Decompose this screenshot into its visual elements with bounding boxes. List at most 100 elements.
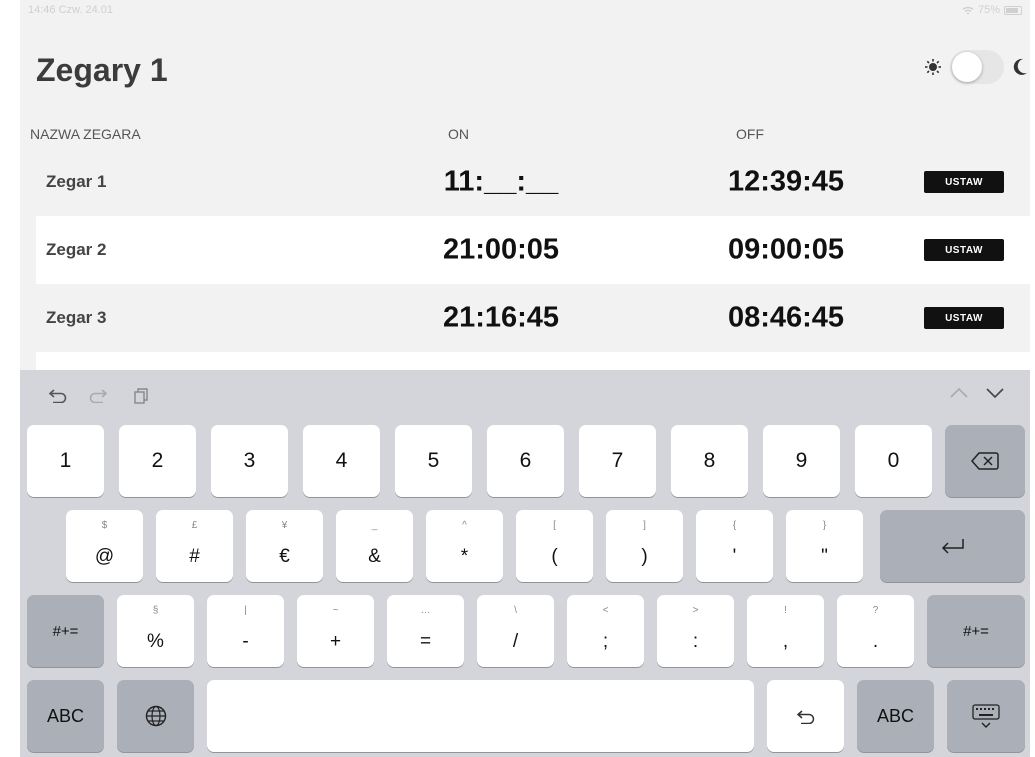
clock-name: Zegar 2 (46, 240, 107, 259)
set-button[interactable]: USTAW (924, 171, 1004, 193)
key-percent[interactable]: §% (117, 595, 194, 667)
undo-icon[interactable] (48, 387, 68, 403)
clock-on-time[interactable]: 21:16:45 (381, 302, 621, 335)
key-0[interactable]: 0 (855, 425, 932, 497)
abc-key[interactable]: ABC (27, 680, 104, 752)
key-4[interactable]: 4 (303, 425, 380, 497)
clock-row-3: Zegar 3 21:16:45 08:46:45 USTAW (36, 284, 1030, 352)
key-label: ) (641, 546, 648, 567)
backspace-key[interactable] (945, 425, 1025, 497)
key-comma[interactable]: !, (747, 595, 824, 667)
dark-mode-switch[interactable] (950, 50, 1004, 84)
clock-name: Zegar 1 (46, 172, 107, 191)
set-button[interactable]: USTAW (924, 239, 1004, 261)
key-label: % (147, 631, 164, 652)
space-bar[interactable] (207, 680, 754, 752)
redo-icon[interactable] (88, 387, 108, 403)
key-sub-label: § (152, 605, 159, 616)
key-label: + (329, 631, 342, 652)
clock-off-time[interactable]: 08:46:45 (666, 302, 906, 335)
key-sub-label: | (244, 605, 247, 616)
key-label: ' (732, 546, 737, 567)
key-label: * (460, 546, 469, 567)
key-open-paren[interactable]: [( (516, 510, 593, 582)
chevron-up-icon[interactable] (950, 387, 968, 399)
key-label: , (782, 631, 789, 652)
more-symbols-key[interactable]: #+= (27, 595, 104, 667)
key-sub-label: £ (191, 520, 198, 531)
key-label: = (419, 631, 432, 652)
key-2[interactable]: 2 (119, 425, 196, 497)
key-1[interactable]: 1 (27, 425, 104, 497)
key-7[interactable]: 7 (579, 425, 656, 497)
clock-row-4-partial (36, 352, 1030, 370)
key-9[interactable]: 9 (763, 425, 840, 497)
clock-on-time[interactable]: 21:00:05 (381, 234, 621, 267)
key-sub-label: ? (872, 605, 879, 616)
key-colon[interactable]: >: (657, 595, 734, 667)
paste-icon[interactable] (132, 387, 150, 405)
globe-icon (145, 705, 166, 727)
key-label: 0 (887, 449, 900, 472)
chevron-down-icon[interactable] (986, 387, 1004, 399)
battery-percent: 75% (977, 4, 1000, 16)
clock-on-time-input[interactable]: 11:__:__ (381, 166, 621, 199)
key-equals[interactable]: … = (387, 595, 464, 667)
status-indicators: 75% (962, 4, 1022, 16)
return-icon (941, 539, 964, 554)
key-semicolon[interactable]: <; (567, 595, 644, 667)
header-on: ON (448, 126, 469, 142)
globe-key[interactable] (117, 680, 194, 752)
key-label: # (189, 546, 200, 567)
undo-key[interactable] (767, 680, 844, 752)
abc-key-right[interactable]: ABC (857, 680, 934, 752)
key-apostrophe[interactable]: {' (696, 510, 773, 582)
key-label: 2 (151, 449, 164, 472)
key-sub-label: $ (101, 520, 108, 531)
keyboard-dismiss-icon (972, 704, 1000, 728)
clock-off-time[interactable]: 12:39:45 (666, 166, 906, 199)
key-close-paren[interactable]: ]) (606, 510, 683, 582)
key-label: & (368, 546, 381, 567)
on-screen-keyboard: 1 2 3 4 5 6 7 8 9 0 $ @ £ # ¥ € _ & ^ * [( ])… (20, 370, 1030, 757)
dismiss-keyboard-key[interactable] (947, 680, 1025, 752)
key-plus[interactable]: ~ + (297, 595, 374, 667)
key-ampersand[interactable]: _ & (336, 510, 413, 582)
key-slash[interactable]: \ / (477, 595, 554, 667)
key-5[interactable]: 5 (395, 425, 472, 497)
key-3[interactable]: 3 (211, 425, 288, 497)
key-minus[interactable]: | - (207, 595, 284, 667)
key-asterisk[interactable]: ^ * (426, 510, 503, 582)
key-label: 9 (795, 449, 808, 472)
app-screen: 14:46 Czw. 24.01 75% Zegary 1 NAZWA ZEGA… (20, 0, 1030, 757)
key-sub-label: ! (784, 605, 787, 616)
key-euro[interactable]: ¥ € (246, 510, 323, 582)
moon-icon (1012, 58, 1028, 76)
header-off: OFF (736, 126, 764, 142)
key-label: 7 (611, 449, 624, 472)
key-sub-label: ¥ (281, 520, 288, 531)
key-label: € (279, 546, 290, 567)
key-sub-label: < (602, 605, 609, 616)
key-quote[interactable]: } " (786, 510, 863, 582)
set-button[interactable]: USTAW (924, 307, 1004, 329)
key-sub-label: > (692, 605, 699, 616)
key-period[interactable]: ?. (837, 595, 914, 667)
key-label: . (872, 631, 879, 652)
return-key[interactable] (880, 510, 1025, 582)
key-sub-label: { (732, 520, 737, 531)
key-label: : (692, 631, 699, 652)
status-time-date: 14:46 Czw. 24.01 (28, 4, 114, 16)
clock-off-time[interactable]: 09:00:05 (666, 234, 906, 267)
more-symbols-key-right[interactable]: #+= (927, 595, 1025, 667)
key-6[interactable]: 6 (487, 425, 564, 497)
key-sub-label: ^ (462, 520, 467, 531)
key-hash[interactable]: £ # (156, 510, 233, 582)
key-label: 8 (703, 449, 716, 472)
key-sub-label: ~ (332, 605, 339, 616)
key-label: 1 (59, 449, 72, 472)
key-label: " (821, 546, 828, 567)
key-8[interactable]: 8 (671, 425, 748, 497)
key-label: #+= (52, 622, 79, 640)
key-at[interactable]: $ @ (66, 510, 143, 582)
